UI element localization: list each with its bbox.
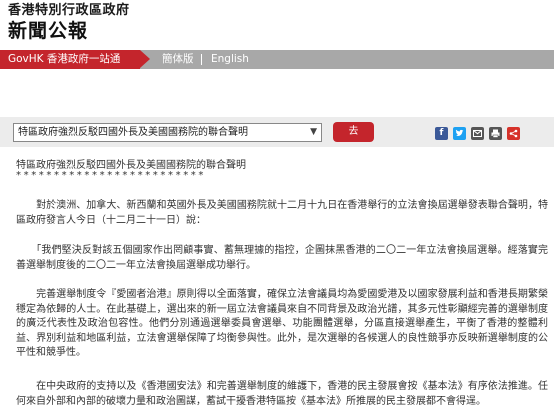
article-paragraph: 「我們堅決反對該五個國家作出罔顧事實、蓄無理據的指控，企圖抹黑香港的二〇二一年立… (16, 245, 548, 271)
site-title-news[interactable]: 新聞公報 (8, 19, 88, 43)
press-release-select-value: 特區政府強烈反駁四國外長及美國國務院的聯合聲明 (18, 127, 248, 138)
print-icon[interactable] (489, 127, 502, 140)
simplified-chinese-link[interactable]: 簡体版 (162, 50, 194, 69)
english-link[interactable]: English (211, 50, 249, 69)
article-divider-stars: ************************* (16, 170, 206, 181)
govhk-link[interactable]: GovHK 香港政府一站通 (0, 50, 150, 69)
article-title: 特區政府強烈反駁四國外長及美國國務院的聯合聲明 (16, 160, 246, 171)
page-header: 香港特別行政區政府 新聞公報 (0, 0, 554, 50)
facebook-icon[interactable]: f (435, 127, 448, 140)
article-paragraph: 完善選舉制度令『愛國者治港』原則得以全面落實，確保立法會議員均為愛國愛港及以國家… (16, 289, 548, 358)
twitter-icon[interactable] (453, 127, 466, 140)
article-toolbar: 特區政府強烈反駁四國外長及美國國務院的聯合聲明 ▼ 去 f (0, 117, 554, 147)
site-title-line1[interactable]: 香港特別行政區政府 (8, 2, 130, 20)
article-paragraph: 在中央政府的支持以及《香港國安法》和完善選舉制度的維護下，香港的民主發展會按《基… (16, 381, 548, 407)
email-icon[interactable] (471, 127, 484, 140)
chevron-down-icon: ▼ (310, 127, 317, 137)
nav-divider (201, 54, 202, 65)
article-paragraph: 對於澳洲、加拿大、新西蘭和英國外長及美國國務院就十二月十九日在香港舉行的立法會換… (16, 200, 548, 226)
share-icon[interactable] (507, 127, 520, 140)
press-release-select[interactable]: 特區政府強烈反駁四國外長及美國國務院的聯合聲明 ▼ (13, 123, 322, 142)
go-button[interactable]: 去 (333, 122, 374, 142)
top-navbar: GovHK 香港政府一站通 簡体版 English (0, 50, 554, 69)
